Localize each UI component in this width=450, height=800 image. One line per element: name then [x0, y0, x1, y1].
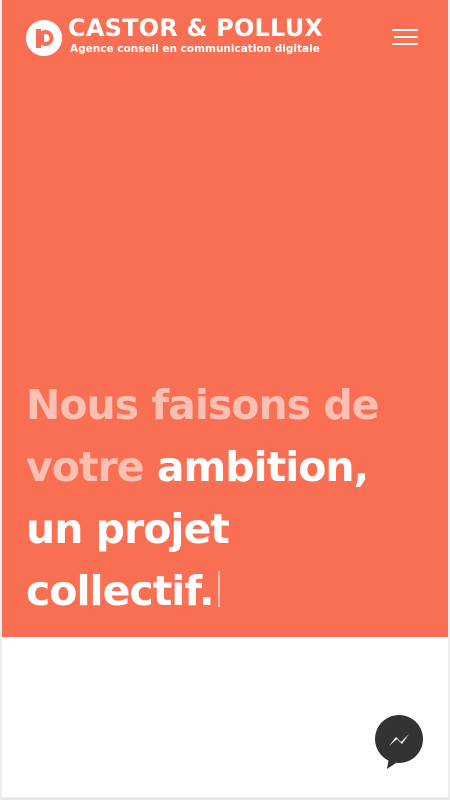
brand-name[interactable]: CASTOR & POLLUX	[68, 14, 323, 42]
typing-cursor	[217, 571, 220, 607]
hero-headline: Nous faisons de votre ambition, un proje…	[26, 374, 436, 622]
site-header: CASTOR & POLLUX Agence conseil en commun…	[26, 14, 323, 56]
headline-line-2-soft: votre	[26, 443, 145, 491]
hamburger-menu-button[interactable]	[392, 27, 418, 47]
headline-line-3: un projet	[26, 505, 230, 553]
headline-line-4: collectif.	[26, 560, 436, 622]
headline-line-2-strong: ambition,	[156, 443, 369, 491]
messenger-chat-button[interactable]	[375, 715, 423, 771]
logo-link[interactable]	[26, 20, 62, 56]
brand-block: CASTOR & POLLUX Agence conseil en commun…	[68, 14, 323, 56]
hamburger-line-middle	[394, 36, 418, 38]
headline-line-1: Nous faisons de	[26, 381, 380, 429]
messenger-icon	[375, 715, 423, 769]
castor-pollux-logo-icon	[26, 20, 62, 56]
hamburger-line-bottom	[392, 43, 418, 45]
headline-line-2: votre ambition,	[26, 436, 436, 498]
headline-line-4-text: collectif.	[26, 567, 215, 615]
hamburger-menu-icon	[392, 29, 418, 31]
brand-tagline: Agence conseil en communication digitale	[70, 43, 320, 55]
